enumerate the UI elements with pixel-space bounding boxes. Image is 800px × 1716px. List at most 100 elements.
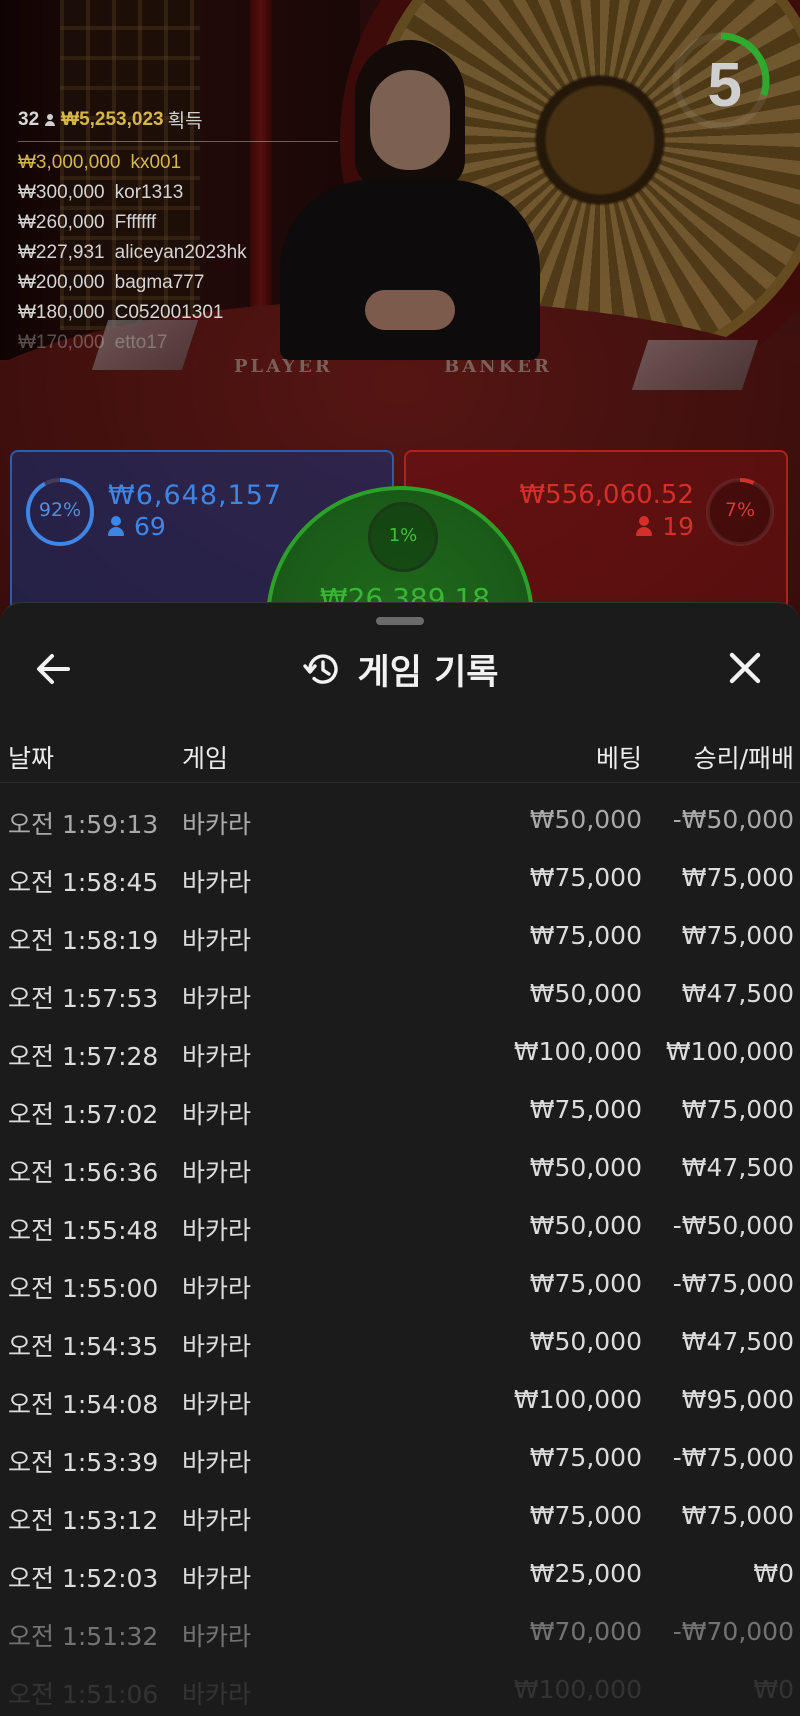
- person-icon: [636, 516, 653, 536]
- banker-count: 19: [636, 512, 694, 541]
- row-result: -₩75,000: [672, 1443, 794, 1472]
- winner-row: ₩227,931 aliceyan2023hk: [18, 238, 338, 268]
- history-row[interactable]: 오전 1:57:53 바카라 ₩50,000 ₩47,500: [0, 969, 800, 1027]
- winner-user: bagma777: [114, 272, 205, 293]
- row-result: ₩75,000: [681, 1501, 794, 1530]
- history-row[interactable]: 오전 1:58:45 바카라 ₩75,000 ₩75,000: [0, 853, 800, 911]
- game-history-sheet: 게임 기록 날짜 게임 베팅 승리/패배 오전 1:59:13 바카라 ₩50,00…: [0, 602, 800, 1716]
- row-game: 바카라: [182, 1100, 252, 1129]
- banker-count-value: 19: [662, 512, 694, 541]
- history-row[interactable]: 오전 1:51:32 바카라 ₩70,000 -₩70,000: [0, 1607, 800, 1665]
- row-date: 오전 1:59:13: [8, 810, 159, 839]
- banker-percent: 7%: [724, 499, 756, 521]
- row-game: 바카라: [182, 1390, 252, 1419]
- row-bet: ₩50,000: [529, 979, 642, 1008]
- column-game: 게임: [182, 744, 229, 773]
- tie-percent: 1%: [388, 525, 418, 546]
- row-result: -₩70,000: [672, 1617, 794, 1646]
- row-result: -₩75,000: [672, 1269, 794, 1298]
- countdown-timer: 5: [668, 28, 774, 134]
- winners-summary: 32 ₩5,253,023 획득: [18, 106, 338, 142]
- row-bet: ₩75,000: [529, 863, 642, 892]
- history-row[interactable]: 오전 1:54:35 바카라 ₩50,000 ₩47,500: [0, 1317, 800, 1375]
- row-result: ₩47,500: [681, 1153, 794, 1182]
- row-result: ₩75,000: [681, 921, 794, 950]
- row-date: 오전 1:54:08: [8, 1390, 159, 1419]
- close-icon: [729, 652, 761, 684]
- winner-row: ₩180,000 C052001301: [18, 298, 338, 328]
- column-date: 날짜: [8, 744, 55, 773]
- history-row[interactable]: 오전 1:55:48 바카라 ₩50,000 -₩50,000: [0, 1201, 800, 1259]
- row-result: ₩47,500: [681, 1327, 794, 1356]
- history-table-body: 오전 1:59:13 바카라 ₩50,000 -₩50,000 오전 1:58:45 바카…: [0, 795, 800, 1716]
- history-row[interactable]: 오전 1:51:06 바카라 ₩100,000 ₩0: [0, 1665, 800, 1716]
- history-table-header: 날짜 게임 베팅 승리/패배: [0, 731, 800, 783]
- history-row[interactable]: 오전 1:55:00 바카라 ₩75,000 -₩75,000: [0, 1259, 800, 1317]
- row-bet: ₩100,000: [513, 1385, 642, 1414]
- player-count: 69: [108, 512, 166, 541]
- row-result: ₩100,000: [665, 1037, 794, 1066]
- column-result: 승리/패배: [693, 744, 794, 773]
- history-row[interactable]: 오전 1:57:02 바카라 ₩75,000 ₩75,000: [0, 1085, 800, 1143]
- user-icon: [45, 113, 56, 126]
- row-date: 오전 1:58:45: [8, 868, 159, 897]
- row-result: -₩50,000: [672, 1211, 794, 1240]
- history-row[interactable]: 오전 1:52:03 바카라 ₩25,000 ₩0: [0, 1549, 800, 1607]
- winner-amount: ₩300,000: [18, 182, 105, 203]
- player-percent: 92%: [38, 499, 82, 521]
- row-bet: ₩75,000: [529, 1095, 642, 1124]
- row-bet: ₩50,000: [529, 1327, 642, 1356]
- row-result: ₩0: [753, 1559, 794, 1588]
- winner-amount: ₩170,000: [18, 332, 105, 353]
- winner-user: etto17: [114, 332, 168, 353]
- row-date: 오전 1:54:35: [8, 1332, 159, 1361]
- player-total-bet: ₩6,648,157: [108, 480, 283, 511]
- winner-row: ₩300,000 kor1313: [18, 178, 338, 208]
- row-date: 오전 1:57:28: [8, 1042, 159, 1071]
- row-date: 오전 1:55:00: [8, 1274, 159, 1303]
- history-row[interactable]: 오전 1:57:28 바카라 ₩100,000 ₩100,000: [0, 1027, 800, 1085]
- sheet-header: 게임 기록: [0, 641, 800, 697]
- history-row[interactable]: 오전 1:53:12 바카라 ₩75,000 ₩75,000: [0, 1491, 800, 1549]
- back-arrow-icon: [37, 654, 70, 684]
- sheet-drag-handle[interactable]: [376, 617, 424, 625]
- row-bet: ₩50,000: [529, 805, 642, 834]
- row-date: 오전 1:56:36: [8, 1158, 159, 1187]
- row-game: 바카라: [182, 1042, 252, 1071]
- history-row[interactable]: 오전 1:58:19 바카라 ₩75,000 ₩75,000: [0, 911, 800, 969]
- row-game: 바카라: [182, 984, 252, 1013]
- row-result: ₩75,000: [681, 1095, 794, 1124]
- winner-row: ₩200,000 bagma777: [18, 268, 338, 298]
- row-date: 오전 1:51:06: [8, 1680, 159, 1709]
- row-date: 오전 1:57:02: [8, 1100, 159, 1129]
- close-button[interactable]: [722, 645, 768, 691]
- banker-total-bet: ₩556,060.52: [519, 480, 694, 510]
- person-icon: [108, 516, 124, 536]
- history-row[interactable]: 오전 1:53:39 바카라 ₩75,000 -₩75,000: [0, 1433, 800, 1491]
- winner-user: Fffffff: [114, 212, 157, 233]
- winners-count: 32: [18, 108, 40, 130]
- player-count-value: 69: [134, 512, 166, 541]
- back-button[interactable]: [30, 647, 80, 691]
- row-game: 바카라: [182, 1680, 252, 1709]
- winner-user: kor1313: [114, 182, 184, 203]
- row-result: ₩75,000: [681, 863, 794, 892]
- winner-user: C052001301: [114, 302, 224, 323]
- row-bet: ₩75,000: [529, 1443, 642, 1472]
- winner-row: ₩3,000,000 kx001: [18, 148, 338, 178]
- history-row[interactable]: 오전 1:54:08 바카라 ₩100,000 ₩95,000: [0, 1375, 800, 1433]
- row-result: ₩47,500: [681, 979, 794, 1008]
- sheet-title-wrap: 게임 기록: [0, 641, 800, 697]
- row-result: ₩0: [753, 1675, 794, 1704]
- winner-row: ₩260,000 Fffffff: [18, 208, 338, 238]
- sheet-title: 게임 기록: [357, 652, 499, 693]
- history-row[interactable]: 오전 1:56:36 바카라 ₩50,000 ₩47,500: [0, 1143, 800, 1201]
- row-game: 바카라: [182, 1274, 252, 1303]
- winners-label: 획득: [167, 111, 203, 132]
- history-row[interactable]: 오전 1:59:13 바카라 ₩50,000 -₩50,000: [0, 795, 800, 853]
- winner-row: ₩170,000 etto17: [18, 328, 338, 358]
- row-bet: ₩75,000: [529, 1269, 642, 1298]
- winner-amount: ₩260,000: [18, 212, 105, 233]
- row-game: 바카라: [182, 926, 252, 955]
- row-result: ₩95,000: [681, 1385, 794, 1414]
